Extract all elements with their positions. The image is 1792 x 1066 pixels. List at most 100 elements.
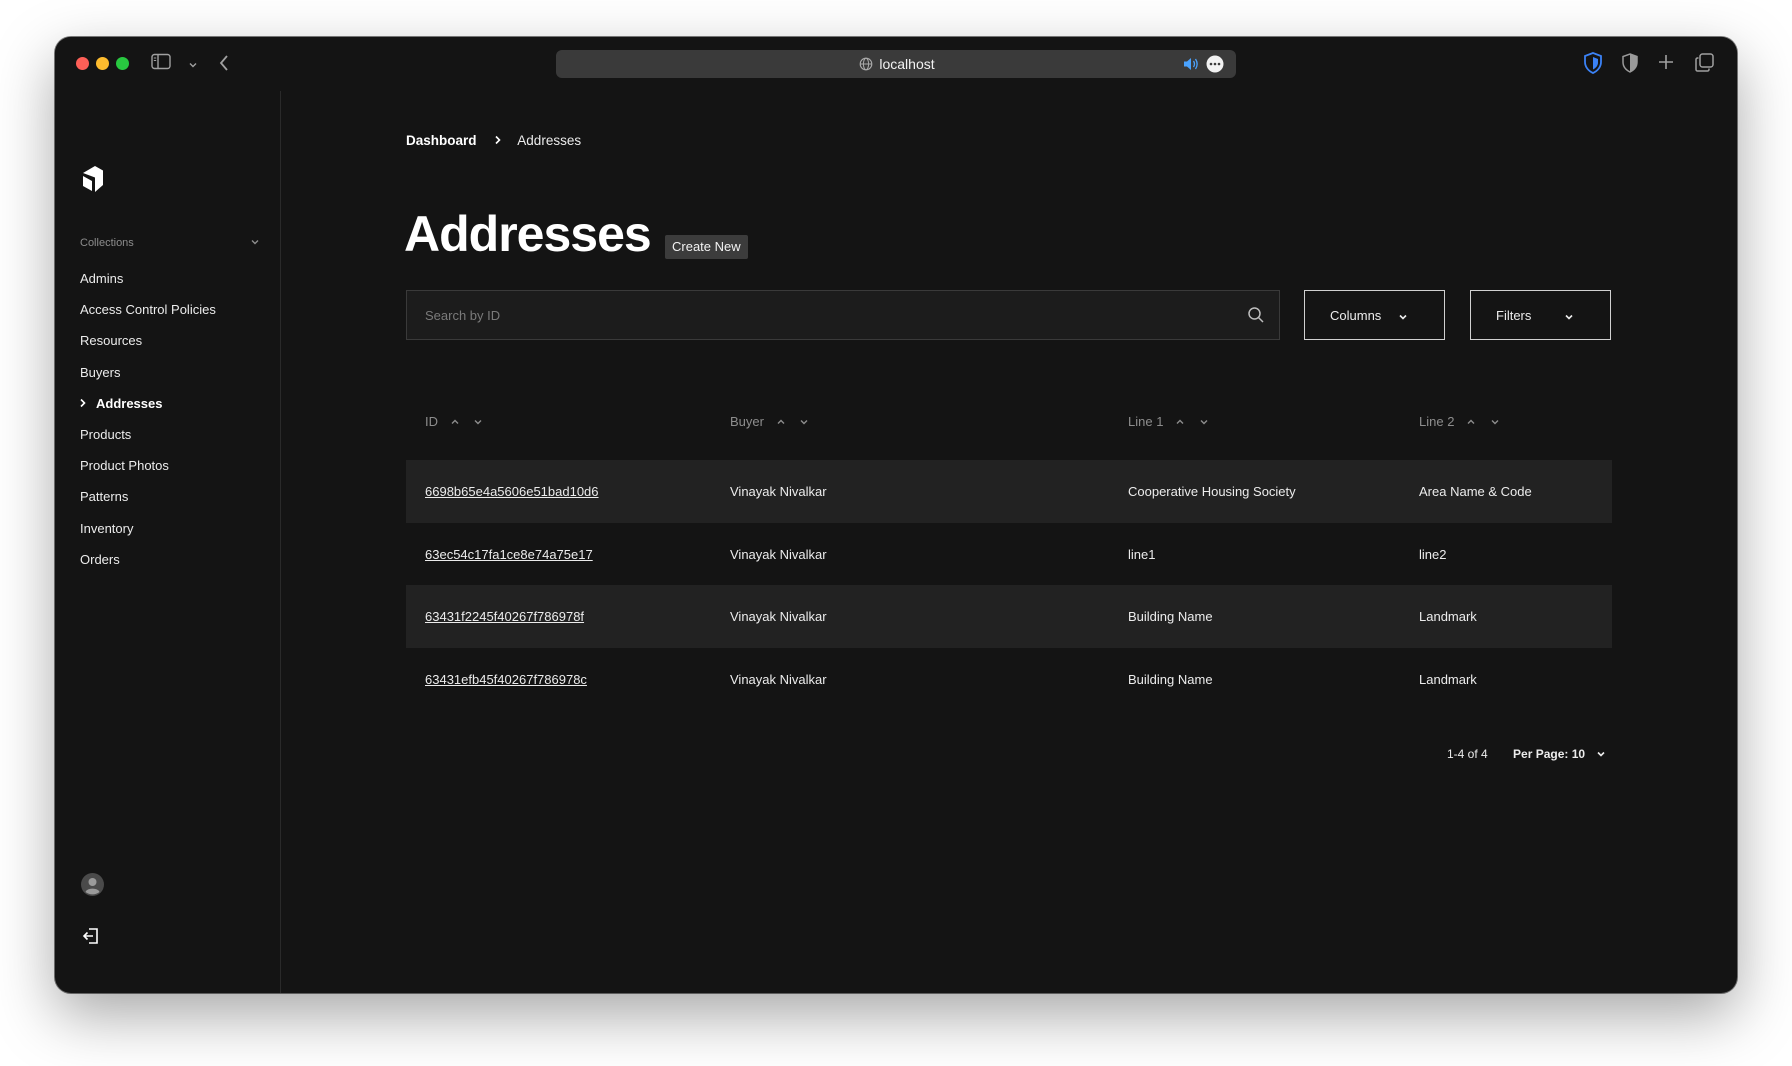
sort-descending-icon[interactable] [1199, 415, 1209, 430]
maximize-window-button[interactable] [116, 57, 129, 70]
row-line2: Landmark [1419, 609, 1477, 624]
sidebar-item-addresses[interactable]: Addresses [55, 388, 281, 419]
sort-descending-icon[interactable] [1490, 415, 1500, 430]
row-buyer: Vinayak Nivalkar [730, 609, 827, 624]
column-header-label: ID [425, 414, 438, 429]
main-content: Dashboard Addresses Addresses Create New… [281, 91, 1737, 993]
breadcrumb-dashboard-link[interactable]: Dashboard [406, 133, 477, 148]
table-row: 63431efb45f40267f786978c Vinayak Nivalka… [406, 648, 1612, 711]
column-header-id: ID [425, 414, 483, 430]
pagination: 1-4 of 4 Per Page: 10 [1447, 747, 1606, 762]
row-line1: line1 [1128, 546, 1156, 562]
browser-window: localhost Collections Admins Access Cont… [55, 37, 1737, 993]
chevron-down-icon[interactable] [250, 237, 260, 250]
sidebar: Collections Admins Access Control Polici… [55, 91, 281, 993]
minimize-window-button[interactable] [96, 57, 109, 70]
url-text: localhost [879, 56, 935, 72]
per-page-selector[interactable]: Per Page: 10 [1513, 747, 1606, 761]
sidebar-item-label: Resources [80, 333, 143, 349]
filters-dropdown-button[interactable]: Filters [1470, 290, 1611, 340]
sidebar-item-label: Patterns [80, 489, 129, 505]
user-avatar-icon[interactable] [81, 873, 104, 901]
sort-descending-icon[interactable] [799, 415, 809, 430]
page-title: Addresses [404, 206, 652, 262]
row-line1: Cooperative Housing Society [1128, 484, 1296, 499]
sidebar-item-resources[interactable]: Resources [55, 325, 281, 356]
privacy-shield-icon[interactable] [1622, 53, 1638, 78]
row-line2: Landmark [1419, 671, 1477, 687]
sidebar-item-label: Products [80, 426, 132, 442]
column-header-label: Line 2 [1419, 414, 1455, 429]
row-line1: Building Name [1128, 671, 1213, 687]
row-line2: line2 [1419, 546, 1447, 562]
row-buyer: Vinayak Nivalkar [730, 546, 827, 562]
chevron-right-icon [79, 388, 87, 419]
filters-label: Filters [1496, 307, 1532, 323]
sort-ascending-icon[interactable] [776, 415, 786, 430]
close-window-button[interactable] [76, 57, 89, 70]
address-bar[interactable]: localhost [556, 50, 1236, 78]
new-tab-icon[interactable] [1658, 54, 1674, 75]
chevron-down-icon [1596, 748, 1606, 762]
sidebar-item-label: Access Control Policies [80, 302, 216, 318]
sidebar-item-admins[interactable]: Admins [55, 263, 281, 294]
search-box [406, 290, 1280, 340]
chevron-down-icon [1564, 310, 1574, 325]
sort-ascending-icon[interactable] [1466, 415, 1476, 430]
sidebar-item-patterns[interactable]: Patterns [55, 481, 281, 512]
column-header-label: Buyer [730, 414, 764, 429]
sidebar-item-label: Product Photos [80, 458, 169, 474]
sort-ascending-icon[interactable] [450, 415, 460, 430]
breadcrumb: Dashboard Addresses [406, 133, 581, 148]
more-options-icon[interactable] [1206, 55, 1224, 78]
collections-section-header[interactable]: Collections [80, 237, 260, 249]
speaker-icon[interactable] [1182, 56, 1200, 77]
create-new-button[interactable]: Create New [665, 235, 748, 259]
browser-toolbar: localhost [55, 37, 1737, 91]
tab-overview-icon[interactable] [1695, 53, 1714, 77]
row-line1: Building Name [1128, 609, 1213, 624]
sidebar-item-product-photos[interactable]: Product Photos [55, 450, 281, 481]
breadcrumb-current: Addresses [517, 133, 582, 148]
chevron-right-icon [494, 133, 502, 148]
columns-dropdown-button[interactable]: Columns [1304, 290, 1445, 340]
password-manager-shield-icon[interactable] [1583, 52, 1603, 79]
row-id-link[interactable]: 6698b65e4a5606e51bad10d6 [425, 484, 599, 499]
sidebar-item-label: Admins [80, 271, 124, 286]
search-icon[interactable] [1247, 306, 1265, 329]
sidebar-item-label: Buyers [80, 364, 121, 380]
per-page-label: Per Page: 10 [1513, 747, 1586, 761]
addresses-table: ID Buyer Line 1 Line 2 6698b65e4a5606e51… [406, 404, 1612, 710]
sidebar-item-label: Addresses [96, 395, 163, 411]
sidebar-item-label: Inventory [80, 520, 134, 536]
search-input[interactable] [407, 291, 1227, 339]
collections-label: Collections [80, 237, 134, 249]
sidebar-toggle-icon[interactable] [151, 53, 171, 75]
sort-ascending-icon[interactable] [1175, 415, 1185, 430]
pagination-range: 1-4 of 4 [1447, 747, 1488, 761]
sidebar-item-inventory[interactable]: Inventory [55, 513, 281, 544]
table-row: 6698b65e4a5606e51bad10d6 Vinayak Nivalka… [406, 460, 1612, 523]
app-logo-icon[interactable] [81, 165, 105, 198]
table-header: ID Buyer Line 1 Line 2 [406, 404, 1612, 460]
row-id-link[interactable]: 63431f2245f40267f786978f [425, 609, 584, 624]
sort-descending-icon[interactable] [473, 415, 483, 430]
logout-icon[interactable] [82, 927, 100, 950]
sidebar-item-access-control-policies[interactable]: Access Control Policies [55, 294, 281, 325]
sidebar-item-orders[interactable]: Orders [55, 544, 281, 575]
column-header-line2: Line 2 [1419, 414, 1500, 430]
row-id-link[interactable]: 63431efb45f40267f786978c [425, 672, 587, 687]
row-id-link[interactable]: 63ec54c17fa1ce8e74a75e17 [425, 547, 593, 562]
column-header-line1: Line 1 [1128, 414, 1209, 430]
sidebar-item-products[interactable]: Products [55, 419, 281, 450]
column-header-label: Line 1 [1128, 414, 1164, 429]
sidebar-item-label: Orders [80, 551, 120, 567]
row-buyer: Vinayak Nivalkar [730, 484, 827, 499]
sidebar-nav: Admins Access Control Policies Resources… [55, 263, 281, 575]
chevron-down-icon[interactable] [188, 57, 198, 75]
columns-label: Columns [1330, 307, 1382, 323]
table-row: 63431f2245f40267f786978f Vinayak Nivalka… [406, 585, 1612, 648]
chevron-down-icon [1398, 310, 1408, 325]
back-icon[interactable] [218, 54, 230, 77]
sidebar-item-buyers[interactable]: Buyers [55, 357, 281, 388]
